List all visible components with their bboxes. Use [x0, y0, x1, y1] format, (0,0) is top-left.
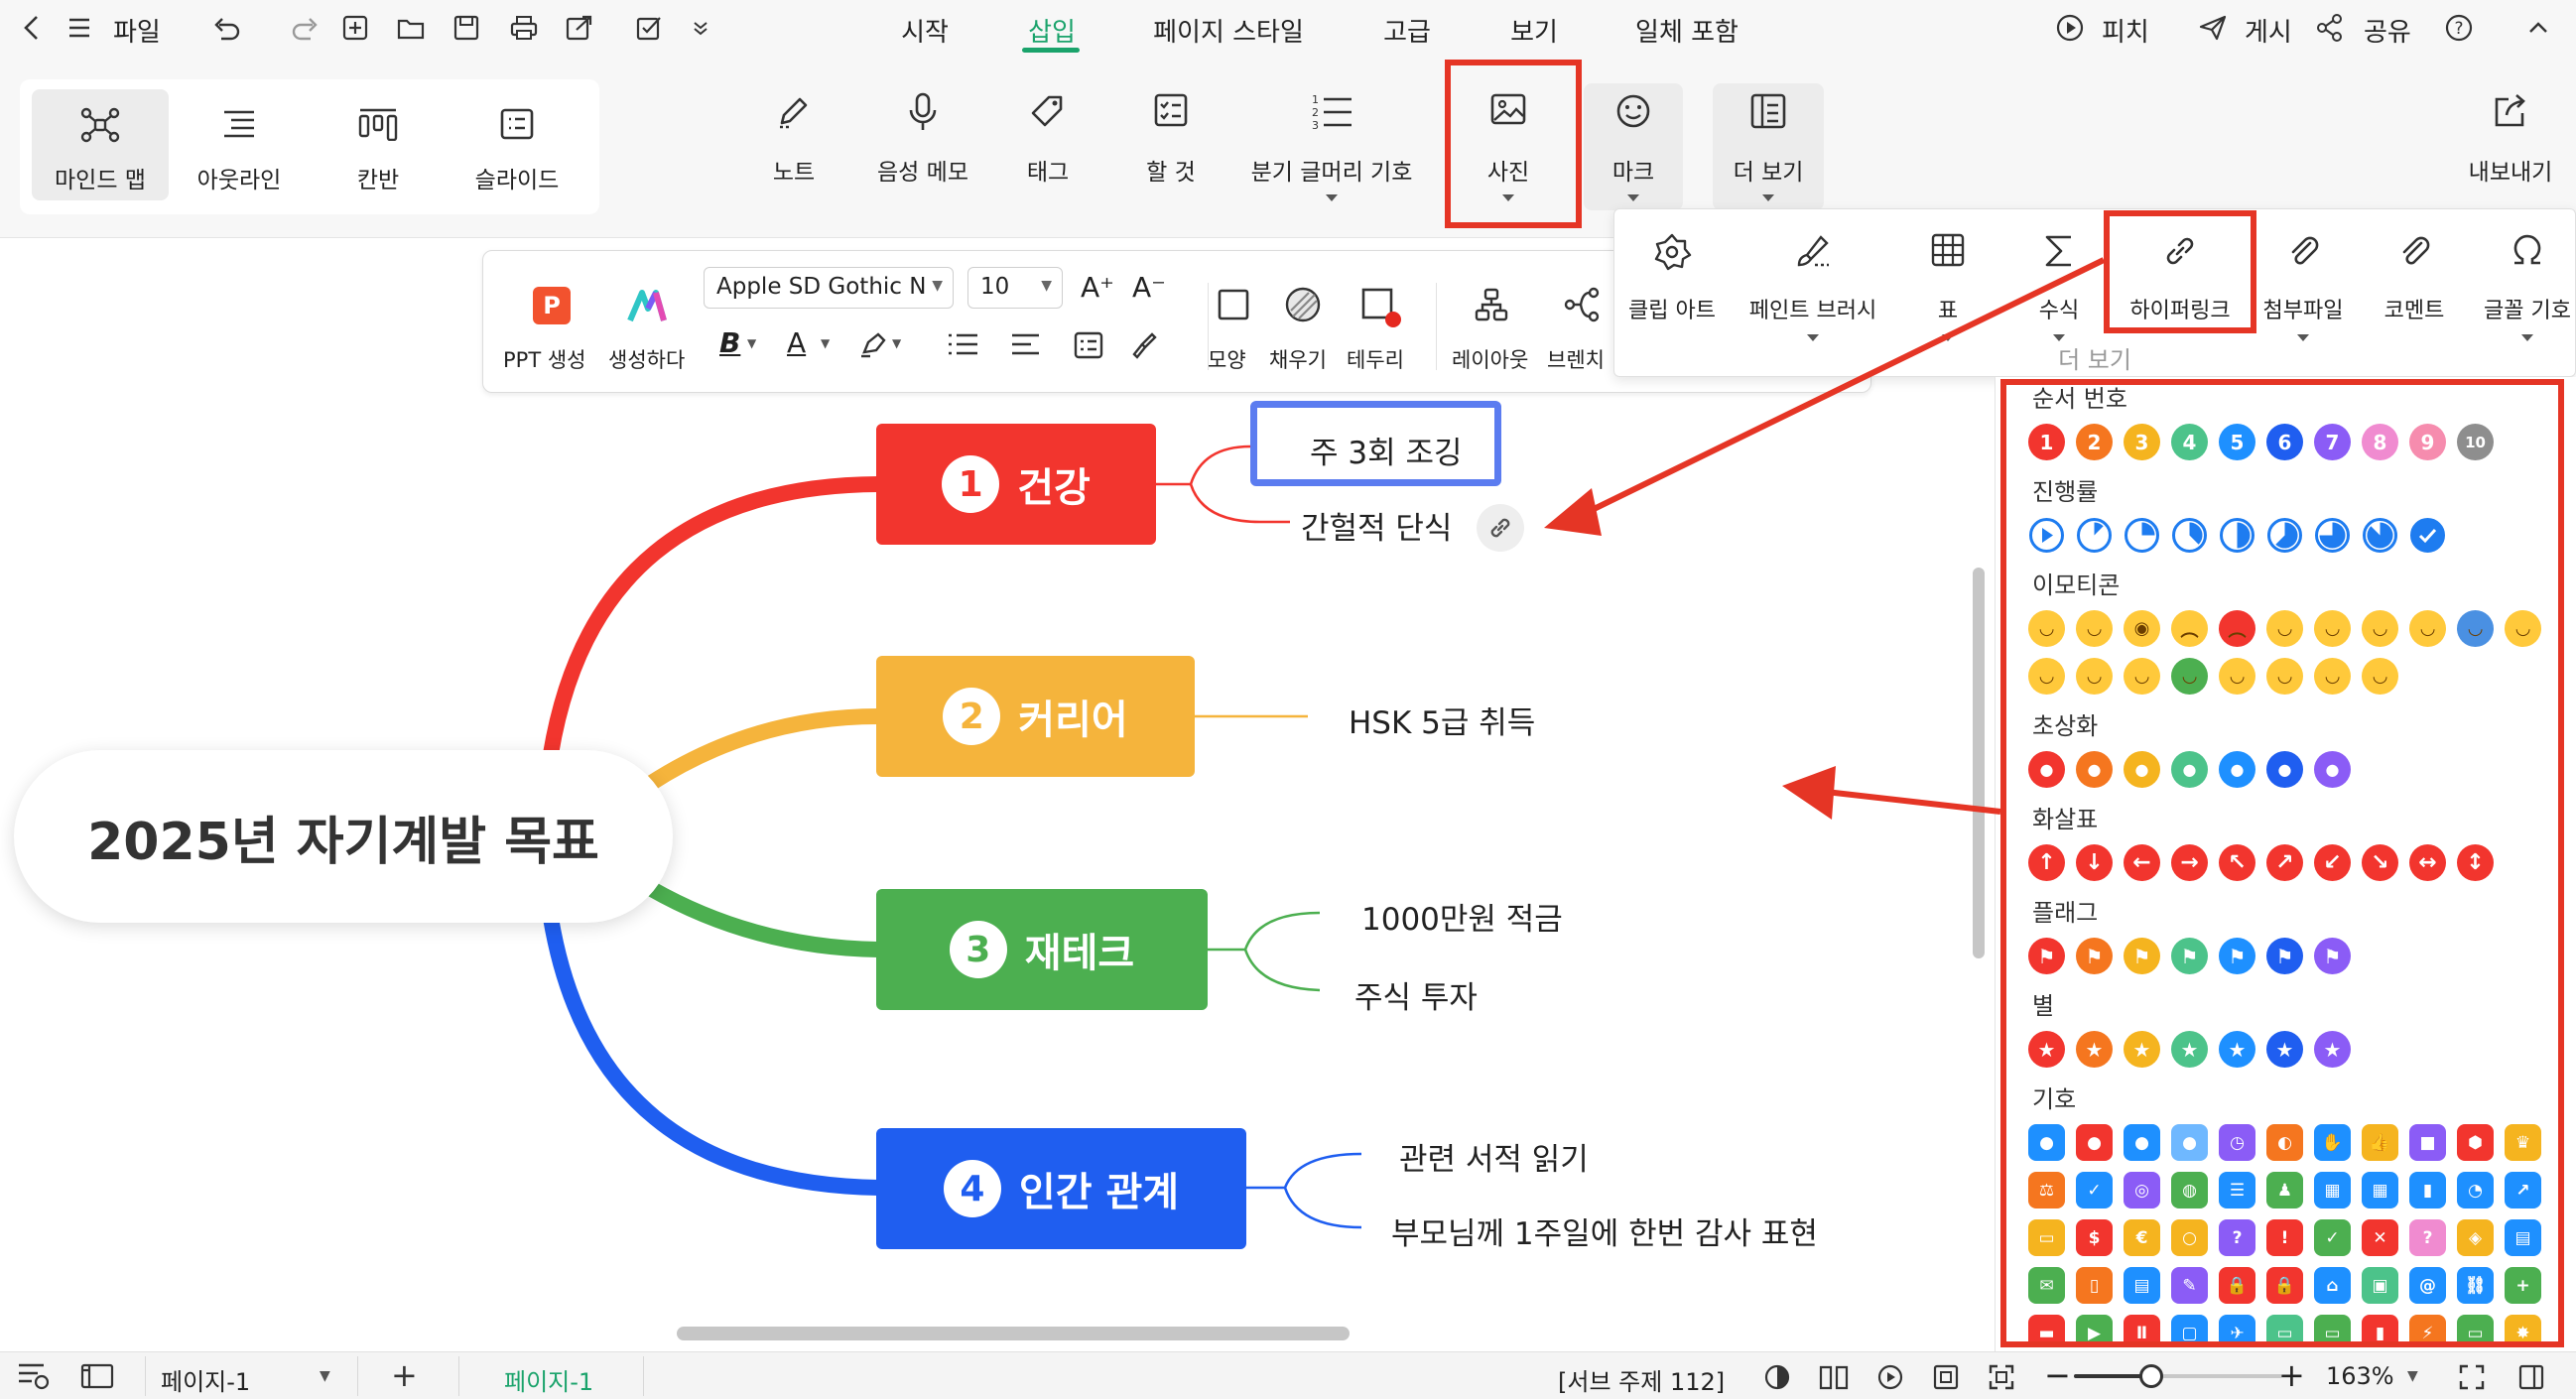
presentation-play-icon[interactable]: [1875, 1362, 1905, 1392]
statusbar-divider: [643, 1356, 644, 1396]
statusbar-divider: [458, 1356, 459, 1396]
outline-toggle-icon[interactable]: [16, 1360, 52, 1392]
annotation-arrows: [1544, 257, 2106, 820]
zoom-slider-fill: [2074, 1374, 2149, 1378]
book-icon[interactable]: [1818, 1362, 1850, 1392]
chevron-down-icon[interactable]: ▼: [320, 1368, 330, 1384]
add-page-icon[interactable]: +: [391, 1356, 418, 1394]
fit-page-icon[interactable]: [1931, 1362, 1961, 1392]
sub-topic-count: [서브 주제 112]: [1558, 1368, 1726, 1396]
zoom-out-icon[interactable]: −: [2044, 1356, 2071, 1394]
fit-window-icon[interactable]: [2457, 1362, 2487, 1392]
zoom-level[interactable]: 163%: [2326, 1362, 2394, 1390]
chevron-down-icon[interactable]: ▼: [2407, 1368, 2418, 1384]
panel-toggle-icon[interactable]: [79, 1360, 115, 1392]
statusbar-divider: [145, 1356, 146, 1396]
statusbar-divider: [357, 1356, 358, 1396]
page-tab[interactable]: 페이지-1: [504, 1362, 593, 1397]
expand-panel-icon[interactable]: [2516, 1362, 2546, 1392]
zoom-in-icon[interactable]: +: [2278, 1356, 2305, 1394]
fullscreen-icon[interactable]: [1987, 1362, 2016, 1392]
theme-icon[interactable]: [1762, 1362, 1792, 1392]
page-select[interactable]: 페이지-1: [161, 1362, 250, 1397]
zoom-slider-thumb[interactable]: [2139, 1364, 2163, 1388]
status-bar: 페이지-1 ▼ + 페이지-1 [서브 주제 112] − + 163% ▼: [0, 1351, 2576, 1399]
